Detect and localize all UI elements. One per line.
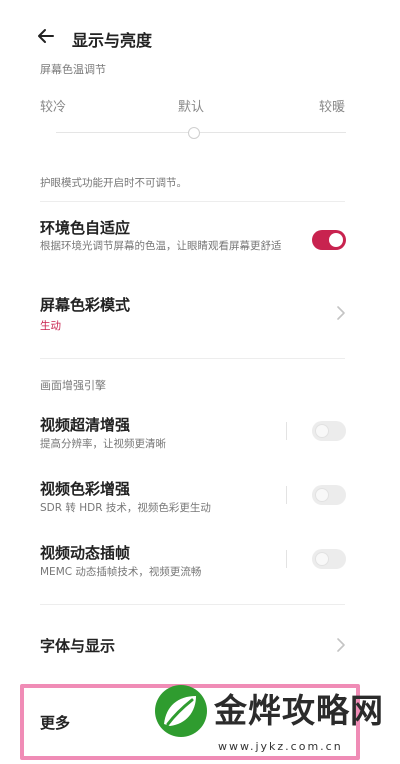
color-temp-slider-track[interactable]	[56, 132, 346, 133]
video-memc-title: 视频动态插帧	[40, 544, 131, 562]
video-memc-row[interactable]: 视频动态插帧 MEMC 动态插帧技术，视频更流畅	[0, 538, 400, 584]
video-color-title: 视频色彩增强	[40, 480, 131, 498]
video-sr-toggle[interactable]	[312, 421, 346, 441]
watermark-text: 金烨攻略网	[214, 691, 384, 730]
ambient-color-toggle[interactable]	[312, 230, 346, 250]
color-temp-section-label: 屏幕色温调节	[40, 63, 106, 76]
video-color-subtitle: SDR 转 HDR 技术，视频色彩更生动	[40, 502, 211, 514]
font-display-title: 字体与显示	[40, 637, 116, 655]
watermark-logo-icon	[155, 685, 207, 737]
temp-warm-label: 较暖	[319, 100, 346, 115]
video-sr-row[interactable]: 视频超清增强 提高分辨率，让视频更清晰	[0, 410, 400, 456]
color-temp-slider-thumb[interactable]	[188, 127, 200, 139]
back-arrow-icon[interactable]	[34, 24, 58, 48]
font-display-row[interactable]: 字体与显示	[0, 625, 400, 665]
video-sr-title: 视频超清增强	[40, 416, 131, 434]
separator	[286, 550, 287, 568]
temp-cool-label: 较冷	[40, 100, 67, 115]
temp-default-label: 默认	[178, 100, 205, 115]
color-mode-row[interactable]: 屏幕色彩模式 生动	[0, 288, 400, 338]
video-color-row[interactable]: 视频色彩增强 SDR 转 HDR 技术，视频色彩更生动	[0, 474, 400, 520]
divider	[40, 358, 345, 359]
video-memc-toggle[interactable]	[312, 549, 346, 569]
divider	[40, 201, 345, 202]
separator	[286, 422, 287, 440]
page-title: 显示与亮度	[72, 31, 153, 50]
ambient-color-subtitle: 根据环境光调节屏幕的色温，让眼睛观看屏幕更舒适	[40, 240, 282, 252]
watermark-url: www.jykz.com.cn	[218, 740, 343, 753]
video-color-toggle[interactable]	[312, 485, 346, 505]
ambient-color-title: 环境色自适应	[40, 219, 131, 237]
eye-care-note: 护眼模式功能开启时不可调节。	[40, 177, 187, 189]
color-mode-value: 生动	[40, 320, 61, 332]
enhance-section-label: 画面增强引擎	[40, 379, 106, 392]
color-mode-title: 屏幕色彩模式	[40, 296, 131, 314]
divider	[40, 604, 345, 605]
video-memc-subtitle: MEMC 动态插帧技术，视频更流畅	[40, 566, 202, 578]
separator	[286, 486, 287, 504]
video-sr-subtitle: 提高分辨率，让视频更清晰	[40, 438, 166, 450]
chevron-right-icon	[337, 638, 345, 652]
ambient-color-row[interactable]: 环境色自适应 根据环境光调节屏幕的色温，让眼睛观看屏幕更舒适	[0, 210, 400, 274]
chevron-right-icon	[337, 306, 345, 320]
more-title[interactable]: 更多	[40, 712, 70, 733]
